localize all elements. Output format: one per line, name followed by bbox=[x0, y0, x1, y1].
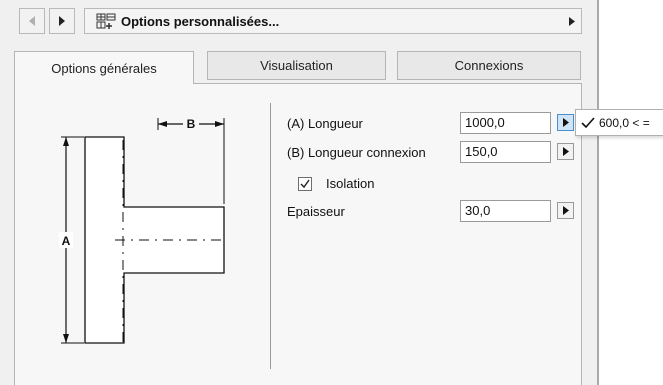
settings-table-icon bbox=[96, 13, 116, 29]
popup-option-label[interactable]: 600,0 < = bbox=[599, 116, 650, 130]
thickness-field[interactable]: 30,0 bbox=[460, 200, 551, 222]
tee-diagram: A B bbox=[59, 116, 225, 344]
triangle-right-icon bbox=[562, 206, 569, 215]
previous-button[interactable] bbox=[19, 8, 45, 34]
panel-edge-divider bbox=[597, 0, 599, 385]
dimension-b-label: B bbox=[187, 117, 196, 131]
insulation-checkbox[interactable] bbox=[298, 177, 312, 191]
insulation-label: Isolation bbox=[326, 176, 375, 191]
chevron-right-icon bbox=[569, 17, 575, 26]
length-label: (A) Longueur bbox=[287, 116, 363, 131]
dimension-a-label: A bbox=[62, 234, 71, 248]
length-options-popup[interactable]: 600,0 < = bbox=[575, 109, 663, 136]
tab-visualisation[interactable]: Visualisation bbox=[207, 51, 386, 80]
tab-options-generales[interactable]: Options générales bbox=[14, 51, 194, 84]
connection-options-button[interactable] bbox=[557, 143, 574, 160]
content-separator bbox=[270, 103, 271, 369]
next-button[interactable] bbox=[49, 8, 75, 34]
checkmark-icon bbox=[581, 116, 595, 128]
thickness-options-button[interactable] bbox=[557, 202, 574, 219]
triangle-right-icon bbox=[562, 147, 569, 156]
options-title: Options personnalisées... bbox=[121, 13, 280, 29]
triangle-right-icon bbox=[562, 118, 569, 127]
length-options-button[interactable] bbox=[557, 114, 574, 131]
checkmark-icon bbox=[300, 179, 310, 189]
connection-length-field[interactable]: 150,0 bbox=[460, 141, 551, 163]
connection-length-label: (B) Longueur connexion bbox=[287, 145, 426, 160]
tab-connexions[interactable]: Connexions bbox=[397, 51, 581, 80]
triangle-right-icon bbox=[59, 16, 65, 26]
thickness-label: Epaisseur bbox=[287, 204, 345, 219]
length-field[interactable]: 1000,0 bbox=[460, 112, 551, 134]
triangle-left-icon bbox=[29, 16, 35, 26]
options-dropdown[interactable]: Options personnalisées... bbox=[84, 8, 582, 34]
